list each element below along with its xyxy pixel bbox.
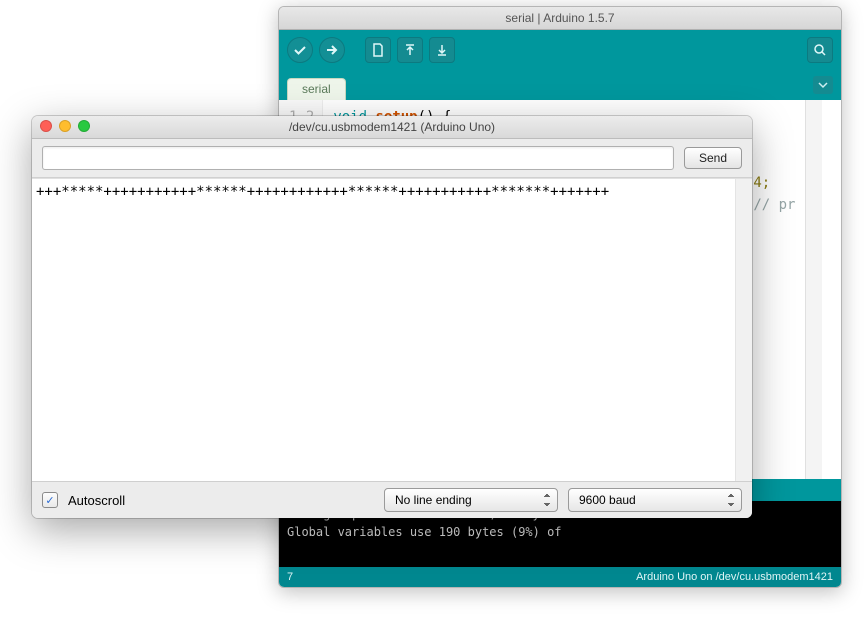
editor-scrollbar[interactable] bbox=[805, 100, 822, 479]
tab-serial[interactable]: serial bbox=[287, 78, 346, 100]
verify-button[interactable] bbox=[287, 37, 313, 63]
ide-tabbar: serial bbox=[279, 70, 841, 100]
line-ending-value: No line ending bbox=[395, 493, 472, 507]
close-icon[interactable] bbox=[40, 120, 52, 132]
serial-title-text: /dev/cu.usbmodem1421 (Arduino Uno) bbox=[32, 120, 752, 134]
ide-titlebar: serial | Arduino 1.5.7 bbox=[279, 7, 841, 30]
serial-scrollbar[interactable] bbox=[735, 179, 752, 481]
chevron-down-icon bbox=[818, 80, 828, 90]
serial-titlebar: /dev/cu.usbmodem1421 (Arduino Uno) bbox=[32, 116, 752, 139]
window-controls bbox=[40, 120, 90, 132]
serial-output-area: +++*****+++++++++++******++++++++++++***… bbox=[32, 178, 752, 481]
serial-monitor-button[interactable] bbox=[807, 37, 833, 63]
upload-button[interactable] bbox=[319, 37, 345, 63]
ide-title-text: serial | Arduino 1.5.7 bbox=[505, 11, 614, 25]
ide-statusbar: 7 Arduino Uno on /dev/cu.usbmodem1421 bbox=[279, 567, 841, 587]
serial-input[interactable] bbox=[42, 146, 674, 170]
file-icon bbox=[372, 43, 384, 57]
serial-monitor-window: /dev/cu.usbmodem1421 (Arduino Uno) Send … bbox=[32, 116, 752, 518]
arrow-down-icon bbox=[436, 43, 448, 57]
baud-value: 9600 baud bbox=[579, 493, 636, 507]
arrow-right-icon bbox=[325, 43, 339, 57]
magnifier-icon bbox=[813, 43, 827, 57]
autoscroll-label: Autoscroll bbox=[68, 493, 125, 508]
status-line-number: 7 bbox=[287, 571, 293, 583]
minimize-icon[interactable] bbox=[59, 120, 71, 132]
arrow-up-icon bbox=[404, 43, 416, 57]
open-sketch-button[interactable] bbox=[397, 37, 423, 63]
console-line: Global variables use 190 bytes (9%) of bbox=[287, 525, 562, 539]
line-ending-select[interactable]: No line ending bbox=[384, 488, 558, 512]
status-board-port: Arduino Uno on /dev/cu.usbmodem1421 bbox=[636, 571, 833, 583]
save-sketch-button[interactable] bbox=[429, 37, 455, 63]
tab-label: serial bbox=[302, 82, 331, 96]
tab-dropdown-button[interactable] bbox=[813, 76, 833, 94]
serial-send-bar: Send bbox=[32, 139, 752, 178]
zoom-icon[interactable] bbox=[78, 120, 90, 132]
autoscroll-checkbox[interactable]: ✓ bbox=[42, 492, 58, 508]
send-button[interactable]: Send bbox=[684, 147, 742, 169]
check-icon bbox=[293, 43, 307, 57]
new-sketch-button[interactable] bbox=[365, 37, 391, 63]
serial-bottom-bar: ✓ Autoscroll No line ending 9600 baud bbox=[32, 481, 752, 518]
ide-toolbar bbox=[279, 30, 841, 70]
baud-select[interactable]: 9600 baud bbox=[568, 488, 742, 512]
serial-output-text[interactable]: +++*****+++++++++++******++++++++++++***… bbox=[32, 179, 735, 481]
